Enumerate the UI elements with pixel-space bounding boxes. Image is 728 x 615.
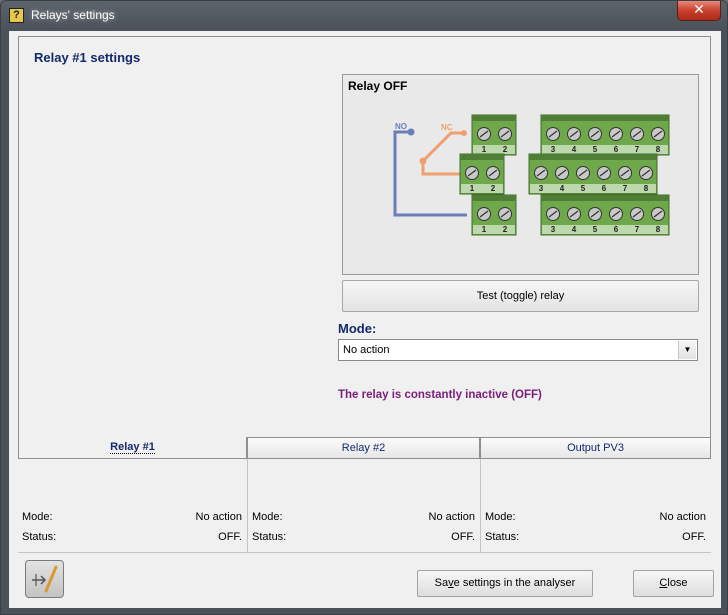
chevron-down-icon[interactable]: ▼	[678, 341, 696, 359]
relay2-right-block-top	[529, 154, 657, 160]
relay-common-contact	[419, 157, 427, 165]
relay3-left-block-top	[472, 195, 516, 201]
mode-select-value: No action	[343, 344, 390, 356]
mode-value: No action	[428, 511, 475, 523]
mode-label: Mode:	[252, 511, 283, 523]
title-bar[interactable]: ? Relays' settings ✕	[1, 1, 727, 31]
relay-wiring-diagram: NO NC 1 2 3 4 5 6 7 8 1 2 3 4 5 6 7 8 1 2 3 4 5 6 7 8	[393, 114, 670, 236]
terminal-number-3: 3	[551, 225, 556, 234]
terminal-number-5: 5	[593, 145, 598, 154]
terminal-number-6: 6	[614, 225, 619, 234]
terminal-number-4: 4	[572, 145, 577, 154]
terminal-number-2: 2	[491, 184, 496, 193]
summary-mode-row: Mode: No action	[22, 511, 242, 523]
relay-switch-icon	[32, 565, 58, 593]
dialog-client-area: Relay #1 settings Relay OFF NO NC 123456…	[9, 31, 721, 608]
status-label: Status:	[22, 531, 57, 543]
relay1-left-block-top	[472, 115, 516, 121]
relay2-left-label-strip	[461, 184, 503, 193]
close-button[interactable]: Close	[633, 570, 714, 597]
relay3-left-label-strip	[473, 225, 515, 234]
terminal-number-8: 8	[656, 225, 661, 234]
status-value: OFF.	[218, 531, 242, 543]
terminal-number-7: 7	[623, 184, 628, 193]
relay-settings-panel: Relay #1 settings Relay OFF NO NC 123456…	[18, 36, 711, 437]
relay-status-message: The relay is constantly inactive (OFF)	[338, 389, 542, 401]
terminal-number-4: 4	[560, 184, 565, 193]
mode-label: Mode:	[22, 511, 53, 523]
no-contact	[407, 128, 415, 136]
status-value: OFF.	[682, 531, 706, 543]
terminal-number-3: 3	[539, 184, 544, 193]
summary-relay-1: Mode: No action Status: OFF.	[18, 459, 248, 552]
test-toggle-relay-button[interactable]: Test (toggle) relay	[342, 280, 699, 312]
summary-status-row: Status: OFF.	[252, 531, 475, 543]
mode-label: Mode:	[338, 321, 377, 336]
mode-select[interactable]: No action ▼	[338, 339, 698, 361]
terminal-number-6: 6	[614, 145, 619, 154]
terminal-number-2: 2	[503, 145, 508, 154]
summary-status-row: Status: OFF.	[22, 531, 242, 543]
tab-output-pv3[interactable]: Output PV3	[480, 437, 711, 459]
footer-divider	[18, 552, 711, 553]
nc-label: NC	[441, 123, 453, 132]
terminal-blocks: 1 2 3 4 5 6 7 8 1 2 3 4 5 6 7 8 1 2 3 4 5 6 7 8	[459, 114, 670, 236]
summary-mode-row: Mode: No action	[252, 511, 475, 523]
tab-relay-1[interactable]: Relay #1	[18, 437, 247, 459]
relay-tabs: Relay #1 Relay #2 Output PV3	[18, 437, 711, 459]
terminal-number-2: 2	[503, 225, 508, 234]
relay-tool-button[interactable]	[25, 560, 64, 598]
relay2-left-block-top	[460, 154, 504, 160]
window-title: Relays' settings	[31, 8, 115, 22]
save-label-part: e settings in the analyser	[453, 577, 576, 589]
close-label-part: lose	[667, 577, 688, 589]
relay1-right-block-top	[541, 115, 669, 121]
terminal-number-1: 1	[482, 225, 487, 234]
terminal-number-1: 1	[470, 184, 475, 193]
summary-mode-row: Mode: No action	[485, 511, 706, 523]
terminal-number-8: 8	[656, 145, 661, 154]
status-value: OFF.	[451, 531, 475, 543]
relay3-right-label-strip	[542, 225, 668, 234]
relays-settings-window: ? Relays' settings ✕ Relay #1 settings R…	[0, 0, 728, 615]
nc-contact	[461, 130, 467, 136]
terminal-number-1: 1	[482, 145, 487, 154]
summary-relay-2: Mode: No action Status: OFF.	[248, 459, 481, 552]
relay-diagram: Relay OFF NO NC 123456781234567812345678	[342, 74, 699, 275]
no-label: NO	[395, 122, 407, 131]
summary-status-row: Status: OFF.	[485, 531, 706, 543]
relay3-right-block-top	[541, 195, 669, 201]
terminal-number-5: 5	[581, 184, 586, 193]
status-label: Status:	[485, 531, 520, 543]
tab-relay-2[interactable]: Relay #2	[247, 437, 480, 459]
mode-label: Mode:	[485, 511, 516, 523]
save-label-part: Sa	[434, 577, 449, 589]
terminal-number-7: 7	[635, 145, 640, 154]
terminal-number-8: 8	[644, 184, 649, 193]
relay1-right-label-strip	[542, 145, 668, 154]
relay1-left-label-strip	[473, 145, 515, 154]
terminal-number-4: 4	[572, 225, 577, 234]
relays-summary: Mode: No action Status: OFF. Mode: No actio…	[18, 459, 711, 552]
tab-relay-1-label: Relay #1	[110, 441, 155, 454]
nc-wire	[421, 131, 464, 176]
relay-settings-title: Relay #1 settings	[34, 50, 141, 65]
terminal-number-7: 7	[635, 225, 640, 234]
save-settings-button[interactable]: Save settings in the analyser	[417, 570, 593, 597]
mode-value: No action	[659, 511, 706, 523]
terminal-number-3: 3	[551, 145, 556, 154]
relay2-right-label-strip	[530, 184, 656, 193]
terminal-number-6: 6	[602, 184, 607, 193]
summary-output-pv3: Mode: No action Status: OFF.	[481, 459, 711, 552]
question-mark-icon: ?	[9, 8, 24, 23]
terminal-number-5: 5	[593, 225, 598, 234]
mode-value: No action	[195, 511, 242, 523]
window-close-button[interactable]: ✕	[677, 1, 721, 21]
status-label: Status:	[252, 531, 287, 543]
